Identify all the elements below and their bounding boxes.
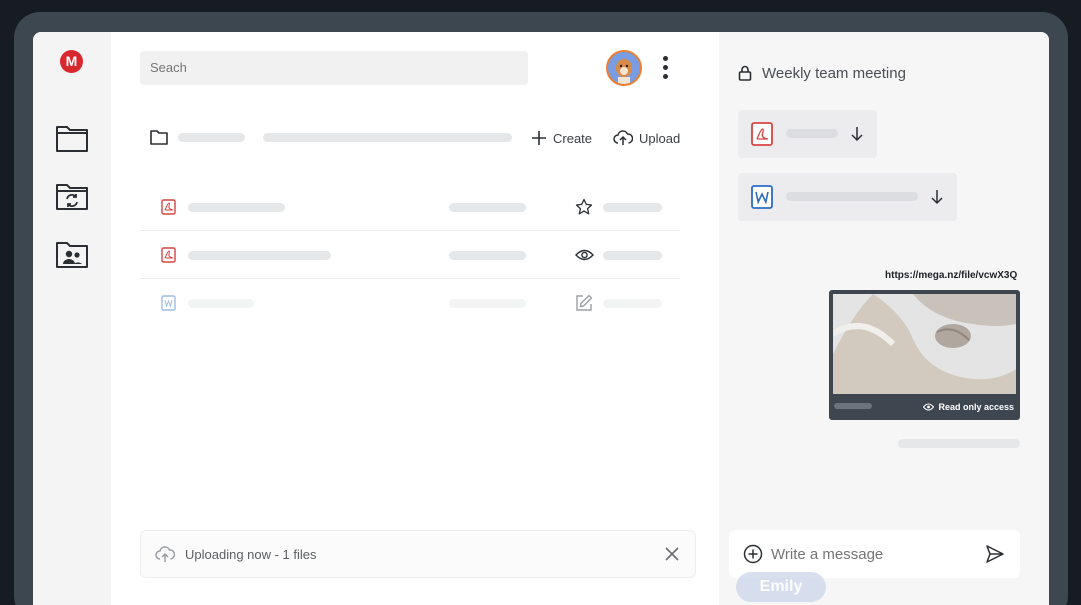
file-size-placeholder [449, 251, 526, 260]
path-placeholder [263, 133, 512, 142]
participant-bubble: Emily [736, 572, 826, 602]
architecture-photo [833, 294, 1016, 394]
avatar[interactable] [606, 50, 642, 86]
edit-icon[interactable] [575, 294, 593, 312]
plus-icon [532, 131, 546, 145]
pdf-file-icon [161, 199, 176, 215]
pdf-file-icon [751, 122, 773, 146]
date-placeholder [603, 299, 662, 308]
download-icon[interactable] [930, 189, 944, 205]
chat-title: Weekly team meeting [762, 65, 906, 82]
read-only-badge: Read only access [923, 402, 1014, 412]
search-input[interactable] [140, 51, 528, 85]
pdf-file-icon [161, 247, 176, 263]
upload-status-bar: Uploading now - 1 files [140, 530, 696, 578]
upload-label: Upload [639, 130, 681, 146]
breadcrumb-placeholder [178, 133, 245, 142]
cloud-upload-icon [613, 130, 633, 145]
mega-logo[interactable]: M [60, 50, 83, 73]
app-window: M Seach Create Upload Uploading now - 1 … [33, 32, 1049, 605]
lock-icon [738, 65, 752, 81]
word-file-icon [751, 185, 773, 209]
upload-button[interactable]: Upload [613, 128, 680, 148]
attachment-name-placeholder [786, 192, 918, 201]
sidebar: M [33, 32, 111, 605]
file-name-placeholder [188, 299, 254, 308]
chat-panel: Weekly team meeting https://mega.nz/file… [719, 32, 1049, 605]
date-placeholder [603, 251, 662, 260]
folder-users-icon[interactable] [55, 238, 89, 270]
eye-icon[interactable] [575, 247, 594, 263]
attachment-word[interactable] [738, 173, 957, 221]
folder-sync-icon[interactable] [55, 180, 89, 212]
more-options-icon[interactable] [655, 54, 675, 82]
folder-icon[interactable] [55, 122, 89, 154]
file-size-placeholder [449, 299, 526, 308]
star-icon[interactable] [575, 198, 593, 216]
close-icon[interactable] [665, 547, 679, 561]
upload-status-text: Uploading now - 1 files [185, 547, 317, 562]
dog-avatar-icon [608, 52, 640, 84]
eye-icon [923, 403, 935, 411]
message-input[interactable] [771, 543, 971, 565]
create-label: Create [553, 130, 593, 146]
send-icon[interactable] [985, 544, 1005, 564]
file-name-placeholder [188, 251, 331, 260]
message-composer [729, 530, 1020, 578]
row-divider [140, 278, 680, 279]
download-icon[interactable] [850, 126, 864, 142]
attachment-pdf[interactable] [738, 110, 877, 158]
link-preview-card[interactable]: Read only access [829, 290, 1020, 420]
add-attachment-icon[interactable] [743, 544, 763, 564]
preview-title-placeholder [834, 403, 872, 409]
timestamp-placeholder [898, 439, 1020, 448]
file-size-placeholder [449, 203, 526, 212]
cloud-upload-icon [155, 546, 175, 562]
read-only-label: Read only access [938, 402, 1014, 412]
row-divider [140, 230, 680, 231]
create-button[interactable]: Create [531, 128, 592, 148]
attachment-name-placeholder [786, 129, 838, 138]
shared-link[interactable]: https://mega.nz/file/vcwX3Q [885, 270, 1017, 281]
word-file-icon [161, 295, 176, 311]
file-name-placeholder [188, 203, 285, 212]
date-placeholder [603, 203, 662, 212]
link-preview-image [833, 294, 1016, 394]
folder-small-icon [150, 130, 168, 145]
